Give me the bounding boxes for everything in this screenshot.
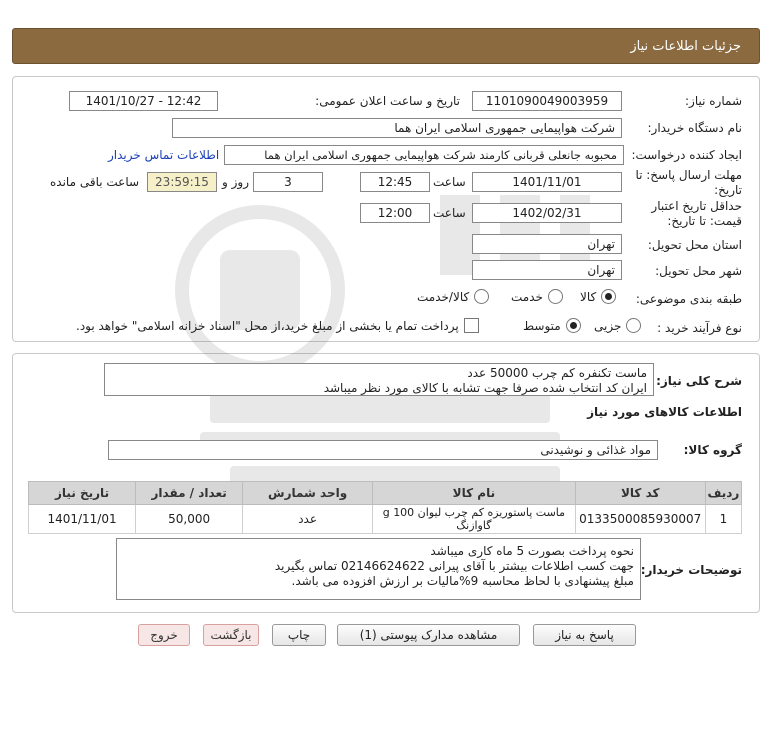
- summary-line: ماست تکنفره کم چرب 50000 عدد: [467, 366, 647, 380]
- table-cell: 0133500085930007: [574, 504, 706, 534]
- radio-icon[interactable]: [474, 289, 490, 304]
- announce-date-field: 1401/10/27 - 12:42: [69, 91, 218, 111]
- table-row: 1 0133500085930007 ماست پاستوریزه کم چرب…: [27, 504, 743, 534]
- buyer-org-field: شرکت هواپیمایی جمهوری اسلامی ایران هما: [172, 118, 622, 138]
- validity-label: حداقل تاریخ اعتبار: [651, 199, 742, 213]
- goods-group-label: گروه کالا:: [683, 443, 742, 457]
- radio-icon[interactable]: [547, 289, 563, 304]
- column-header: نام کالا: [372, 481, 576, 505]
- buyer-notes-line: نحوه پرداخت بصورت 5 ماه کاری میباشد: [430, 544, 634, 558]
- contact-info-link[interactable]: اطلاعات تماس خریدار: [108, 148, 219, 162]
- column-header: کد کالا: [574, 481, 706, 505]
- buyer-notes-line: مبلغ پیشنهادی با لحاظ محاسبه 9%مالیات بر…: [291, 574, 634, 588]
- table-cell: 50,000: [135, 504, 244, 534]
- reply-to-need-button[interactable]: پاسخ به نیاز: [533, 624, 636, 646]
- back-button[interactable]: بازگشت: [203, 624, 259, 646]
- requester-field: محبوبه جانعلی قربانی کارمند شرکت هواپیما…: [224, 145, 624, 165]
- summary-textarea: ماست تکنفره کم چرب 50000 عدد ایران کد ان…: [104, 363, 654, 396]
- need-number-field: 1101090049003959: [472, 91, 622, 111]
- province-field: تهران: [472, 234, 622, 254]
- deadline-label: مهلت ارسال پاسخ: تا: [635, 168, 742, 182]
- page: جزئیات اطلاعات نیاز شماره نیاز: 11010900…: [0, 0, 770, 745]
- province-label: استان محل تحویل:: [647, 238, 742, 252]
- page-header: جزئیات اطلاعات نیاز: [12, 28, 760, 64]
- goods-table: ردیف کد کالا نام کالا واحد شمارش تعداد /…: [27, 481, 743, 534]
- buyer-notes-textarea: نحوه پرداخت بصورت 5 ماه کاری میباشد جهت …: [116, 538, 641, 600]
- category-option-label: خدمت: [511, 289, 543, 304]
- process-option-minor[interactable]: جزیی: [594, 318, 642, 333]
- column-header: تاریخ نیاز: [27, 481, 137, 505]
- validity-label-date: قیمت: تا تاریخ:: [667, 214, 742, 228]
- print-button[interactable]: چاپ: [272, 624, 326, 646]
- buyer-notes-line: جهت کسب اطلاعات بیشتر با آقای پیرانی 021…: [274, 559, 634, 573]
- buyer-notes-label: توضیحات خریدار:: [640, 563, 742, 577]
- category-option-label: کالا/خدمت: [417, 289, 470, 304]
- summary-label: شرح کلی نیاز:: [656, 374, 742, 388]
- goods-info-title: اطلاعات کالاهای مورد نیاز: [587, 405, 742, 419]
- category-option-label: کالا: [580, 289, 597, 304]
- deadline-time-field: 12:45: [360, 172, 430, 192]
- deadline-label-date: تاریخ:: [714, 183, 742, 197]
- category-label: طبقه بندی موضوعی:: [635, 292, 742, 306]
- validity-time-label: ساعت: [433, 206, 466, 220]
- view-attachments-button[interactable]: مشاهده مدارک پیوستی (1): [337, 624, 520, 646]
- treasury-payment-option[interactable]: پرداخت تمام یا بخشی از مبلغ خرید،از محل …: [76, 318, 479, 333]
- radio-selected-icon[interactable]: [565, 318, 581, 333]
- deadline-time-label: ساعت: [433, 175, 466, 189]
- radio-icon[interactable]: [626, 318, 642, 333]
- days-label: روز و: [222, 175, 249, 189]
- validity-date-field: 1402/02/31: [472, 203, 622, 223]
- remaining-time-field: 23:59:15: [147, 172, 217, 192]
- summary-line: ایران کد انتخاب شده صرفا جهت تشابه با کا…: [323, 381, 647, 395]
- process-label: نوع فرآیند خرید :: [657, 321, 742, 335]
- page-title: جزئیات اطلاعات نیاز: [630, 38, 741, 54]
- table-cell: عدد: [242, 504, 374, 534]
- announce-date-label: تاریخ و ساعت اعلان عمومی:: [315, 94, 460, 108]
- days-field: 3: [253, 172, 323, 192]
- city-label: شهر محل تحویل:: [655, 264, 742, 278]
- need-number-label: شماره نیاز:: [685, 94, 742, 108]
- process-option-label: جزیی: [594, 318, 622, 333]
- category-option-goods-service[interactable]: کالا/خدمت: [417, 289, 490, 304]
- deadline-date-field: 1401/11/01: [472, 172, 622, 192]
- column-header: تعداد / مقدار: [135, 481, 244, 505]
- validity-time-field: 12:00: [360, 203, 430, 223]
- process-option-label: متوسط: [523, 318, 561, 333]
- buyer-org-label: نام دستگاه خریدار:: [647, 121, 743, 135]
- table-header-row: ردیف کد کالا نام کالا واحد شمارش تعداد /…: [27, 481, 743, 505]
- process-option-medium[interactable]: متوسط: [523, 318, 581, 333]
- city-field: تهران: [472, 260, 622, 280]
- treasury-payment-label: پرداخت تمام یا بخشی از مبلغ خرید،از محل …: [76, 318, 459, 333]
- remaining-time-label: ساعت باقی مانده: [50, 175, 140, 189]
- column-header: واحد شمارش: [242, 481, 374, 505]
- checkbox-icon[interactable]: [463, 318, 479, 333]
- table-cell: 1401/11/01: [27, 504, 137, 534]
- goods-group-field: مواد غذائی و نوشیدنی: [108, 440, 658, 460]
- table-cell: ماست پاستوریزه کم چرب لیوان 100 g گاوازن…: [372, 504, 576, 534]
- column-header: ردیف: [704, 481, 743, 505]
- radio-selected-icon[interactable]: [601, 289, 617, 304]
- requester-label: ایجاد کننده درخواست:: [631, 148, 742, 162]
- category-option-goods[interactable]: کالا: [580, 289, 617, 304]
- table-cell: 1: [704, 504, 743, 534]
- exit-button[interactable]: خروج: [138, 624, 190, 646]
- category-option-service[interactable]: خدمت: [511, 289, 563, 304]
